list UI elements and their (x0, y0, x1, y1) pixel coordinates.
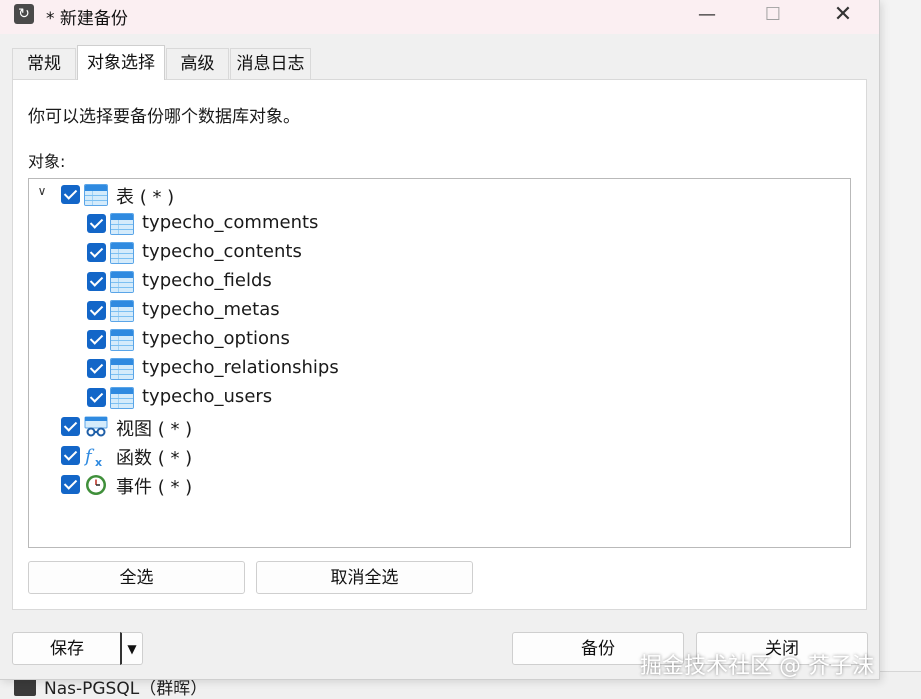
tree-item-label: typecho_fields (142, 270, 272, 291)
caret-down-icon: ▼ (127, 642, 137, 656)
objects-label: 对象: (28, 152, 66, 171)
tree-item-label: 函数 ( * ) (116, 448, 193, 469)
tree-item-label: typecho_users (142, 386, 273, 407)
tab-advanced[interactable]: 高级 (166, 48, 229, 79)
tree-item-label: 表 ( * ) (116, 187, 175, 208)
checkbox-table[interactable] (87, 272, 106, 291)
object-tree: ∨ 表 ( * ) typecho_comments typecho_conte… (28, 178, 851, 548)
table-icon (84, 184, 108, 206)
maximize-button[interactable]: ☐ (750, 0, 796, 30)
tree-item-label: typecho_options (142, 328, 290, 349)
deselect-all-button[interactable]: 取消全选 (256, 561, 473, 594)
tree-item-tables[interactable]: ∨ 表 ( * ) (29, 180, 849, 209)
tree-item-label: 事件 ( * ) (116, 477, 193, 498)
checkbox-table[interactable] (87, 359, 106, 378)
tree-item-label: typecho_comments (142, 212, 319, 233)
save-button[interactable]: 保存 (12, 632, 122, 665)
svg-text:f: f (84, 446, 95, 467)
background-app-area (880, 0, 921, 698)
close-window-button[interactable]: ✕ (820, 0, 866, 30)
checkbox-table[interactable] (87, 330, 106, 349)
tree-item-table[interactable]: typecho_relationships (29, 354, 849, 383)
chevron-down-icon[interactable]: ∨ (34, 183, 50, 199)
tree-item-table[interactable]: typecho_contents (29, 238, 849, 267)
checkbox-table[interactable] (87, 301, 106, 320)
tree-item-table[interactable]: typecho_fields (29, 267, 849, 296)
tree-item-events[interactable]: 事件 ( * ) (29, 470, 849, 499)
object-selection-panel: 你可以选择要备份哪个数据库对象。 对象: ∨ 表 ( * ) typecho_c… (12, 79, 867, 610)
clock-icon (84, 474, 108, 496)
database-app-icon (14, 678, 36, 696)
checkbox-events[interactable] (61, 475, 80, 494)
title-bar: ↻ * 新建备份 — ☐ ✕ (0, 0, 879, 34)
tree-item-label: 视图 ( * ) (116, 419, 193, 440)
minimize-button[interactable]: — (684, 0, 730, 30)
tree-item-table[interactable]: typecho_metas (29, 296, 849, 325)
tree-item-table[interactable]: typecho_users (29, 383, 849, 412)
save-dropdown-button[interactable]: ▼ (120, 632, 143, 665)
tree-item-label: typecho_metas (142, 299, 280, 320)
table-icon (110, 300, 134, 322)
tab-general[interactable]: 常规 (12, 48, 76, 79)
panel-description: 你可以选择要备份哪个数据库对象。 (28, 107, 300, 127)
checkbox-table[interactable] (87, 214, 106, 233)
watermark: 掘金技术社区 @ 芥子沫 (640, 654, 874, 679)
tree-item-label: typecho_relationships (142, 357, 339, 378)
checkbox-functions[interactable] (61, 446, 80, 465)
refresh-icon: ↻ (14, 4, 34, 24)
checkbox-tables[interactable] (61, 185, 80, 204)
tab-message-log[interactable]: 消息日志 (230, 48, 311, 79)
tree-item-table[interactable]: typecho_comments (29, 209, 849, 238)
tree-item-table[interactable]: typecho_options (29, 325, 849, 354)
table-icon (110, 213, 134, 235)
tab-object-selection[interactable]: 对象选择 (77, 45, 165, 80)
checkbox-views[interactable] (61, 417, 80, 436)
svg-text:x: x (95, 456, 102, 467)
tree-item-label: typecho_contents (142, 241, 302, 262)
table-icon (110, 242, 134, 264)
table-icon (110, 329, 134, 351)
tree-item-functions[interactable]: f x 函数 ( * ) (29, 441, 849, 470)
checkbox-table[interactable] (87, 388, 106, 407)
table-icon (110, 271, 134, 293)
window-title: * 新建备份 (46, 9, 128, 29)
view-icon (84, 416, 108, 438)
tree-item-views[interactable]: 视图 ( * ) (29, 412, 849, 441)
checkbox-table[interactable] (87, 243, 106, 262)
table-icon (110, 387, 134, 409)
table-icon (110, 358, 134, 380)
select-all-button[interactable]: 全选 (28, 561, 245, 594)
new-backup-dialog: ↻ * 新建备份 — ☐ ✕ 常规 高级 消息日志 你可以选择要备份哪个数据库对… (0, 0, 880, 680)
function-icon: f x (83, 445, 108, 469)
